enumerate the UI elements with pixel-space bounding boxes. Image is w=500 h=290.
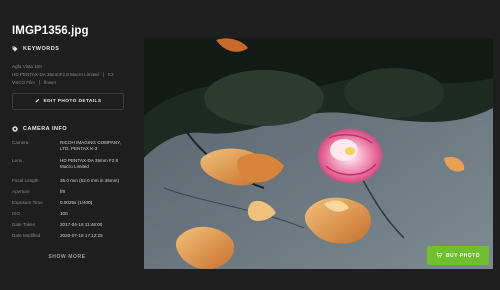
info-key: Exposure Time bbox=[12, 200, 43, 205]
camera-info-heading: CAMERA INFO bbox=[12, 126, 67, 132]
info-key: Lens bbox=[12, 158, 22, 163]
tag-icon bbox=[12, 46, 18, 52]
info-value: 0.0025s (1/400) bbox=[60, 200, 93, 205]
buy-photo-label: BUY PHOTO bbox=[445, 252, 481, 259]
info-key: Date Taken bbox=[12, 222, 36, 227]
cart-icon bbox=[436, 252, 442, 260]
camera-info-row: Exposure Time 0.0025s (1/400) bbox=[12, 200, 130, 206]
camera-info-row: ISO 100 bbox=[12, 211, 130, 217]
info-key: ISO bbox=[12, 211, 20, 216]
keyword-chip[interactable]: K3 bbox=[108, 72, 114, 77]
info-value: 2017-04-16 11:46:00 bbox=[60, 222, 103, 227]
show-more-button[interactable]: SHOW MORE bbox=[0, 254, 134, 260]
edit-photo-details-button[interactable]: EDIT PHOTO DETAILS bbox=[12, 93, 124, 110]
keyword-chip[interactable]: Agfa Vista 100 bbox=[12, 64, 42, 69]
camera-info-row: Aperture f/8 bbox=[12, 189, 130, 195]
info-value: RICOH IMAGING COMPANY, LTD. PENTAX K-3 bbox=[60, 140, 121, 151]
info-key: Aperture bbox=[12, 189, 30, 194]
camera-info-row: Focal Length 35.0 mm (52.0 mm in 35mm) bbox=[12, 178, 130, 184]
info-key: Focal Length bbox=[12, 178, 39, 183]
info-key: Date Modified bbox=[12, 233, 41, 238]
camera-info-heading-label: CAMERA INFO bbox=[23, 126, 68, 132]
info-value: 35.0 mm (52.0 mm in 35mm) bbox=[60, 178, 119, 183]
keyword-chip[interactable]: VSCO Film bbox=[12, 80, 35, 85]
camera-info-row: Lens HD PENTAX-DA 35mm F2.8 Macro Limite… bbox=[12, 158, 130, 170]
camera-info-row: Date Modified 2020-07-18 17:12:25 bbox=[12, 233, 130, 239]
photo-preview[interactable] bbox=[144, 38, 493, 269]
info-key: Camera bbox=[12, 140, 29, 145]
keyword-separator bbox=[102, 71, 104, 77]
keywords-heading: KEYWORDS bbox=[12, 46, 59, 52]
info-value: f/8 bbox=[60, 189, 66, 194]
photo-image bbox=[144, 38, 493, 269]
keywords-heading-label: KEYWORDS bbox=[23, 46, 60, 52]
camera-info-row: Date Taken 2017-04-16 11:46:00 bbox=[12, 222, 130, 228]
camera-info-row: Camera RICOH IMAGING COMPANY, LTD. PENTA… bbox=[12, 140, 130, 152]
info-value: HD PENTAX-DA 35mm F2.8 Macro Limited bbox=[60, 158, 119, 169]
photo-filename-title: IMGP1356.jpg bbox=[12, 25, 89, 37]
buy-photo-button[interactable]: BUY PHOTO bbox=[427, 246, 489, 265]
keyword-list: Agfa Vista 100 HD PENTAX-DA 35mmF2.8 Mac… bbox=[12, 62, 124, 86]
keyword-chip[interactable]: HD PENTAX-DA 35mmF2.8 Macro Limited bbox=[12, 72, 99, 77]
info-value: 100 bbox=[60, 211, 68, 216]
info-value: 2020-07-18 17:12:25 bbox=[60, 233, 103, 238]
edit-photo-details-label: EDIT PHOTO DETAILS bbox=[43, 99, 102, 104]
keyword-chip[interactable]: flower bbox=[44, 80, 56, 85]
pencil-icon bbox=[35, 98, 40, 105]
camera-icon bbox=[12, 126, 18, 132]
keyword-separator bbox=[38, 79, 40, 85]
photo-details-sidebar: IMGP1356.jpg KEYWORDS Agfa Vista 100 HD … bbox=[0, 0, 134, 290]
